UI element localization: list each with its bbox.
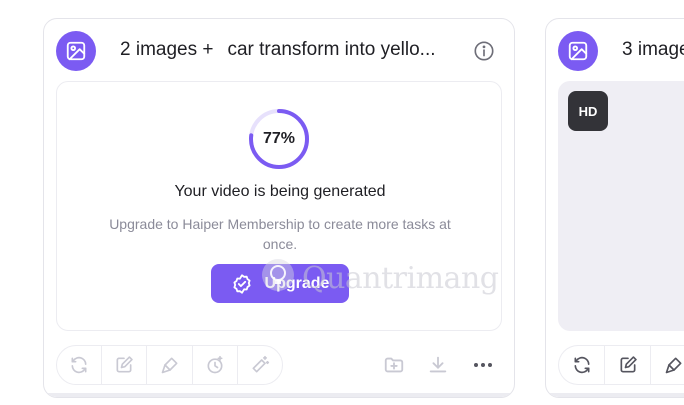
info-icon[interactable] bbox=[472, 39, 496, 63]
download-icon[interactable] bbox=[425, 352, 451, 378]
prompt-text: car transform into yello... bbox=[227, 39, 436, 60]
image-icon bbox=[56, 31, 96, 71]
brush-icon[interactable] bbox=[651, 346, 684, 384]
task-actions bbox=[56, 345, 283, 385]
task-title: 2 images + car transform into yello... bbox=[120, 39, 436, 61]
move-to-folder-icon[interactable] bbox=[381, 352, 407, 378]
image-count-label: 2 images + bbox=[120, 39, 214, 60]
brush-icon[interactable] bbox=[147, 346, 193, 384]
task-title: 3 image bbox=[622, 39, 684, 61]
edit-icon[interactable] bbox=[102, 346, 148, 384]
edit-icon[interactable] bbox=[605, 346, 651, 384]
card-bottom-edge bbox=[546, 393, 684, 397]
task-actions bbox=[558, 345, 684, 385]
task-card: 3 image HD bbox=[545, 18, 684, 398]
membership-hint: Upgrade to Haiper Membership to create m… bbox=[109, 216, 451, 252]
image-count-label: 3 image bbox=[622, 39, 684, 60]
video-preview[interactable]: HD bbox=[558, 81, 684, 331]
card-bottom-edge bbox=[44, 393, 514, 397]
status-text: Your video is being generated bbox=[174, 183, 386, 200]
hd-badge: HD bbox=[568, 91, 608, 131]
task-card: 2 images + car transform into yello... 77… bbox=[43, 18, 515, 398]
regenerate-icon[interactable] bbox=[559, 346, 605, 384]
upgrade-button[interactable]: Upgrade bbox=[211, 264, 349, 303]
image-icon bbox=[558, 31, 598, 71]
more-options-icon[interactable] bbox=[470, 352, 496, 378]
upgrade-label: Upgrade bbox=[264, 274, 330, 292]
extend-timer-icon[interactable] bbox=[193, 346, 238, 384]
badge-check-icon bbox=[233, 273, 251, 294]
magic-enhance-icon[interactable] bbox=[238, 346, 282, 384]
regenerate-icon[interactable] bbox=[57, 346, 103, 384]
generation-panel: 77% Your video is being generated Upgrad… bbox=[56, 81, 502, 331]
progress-percent: 77% bbox=[262, 130, 296, 147]
